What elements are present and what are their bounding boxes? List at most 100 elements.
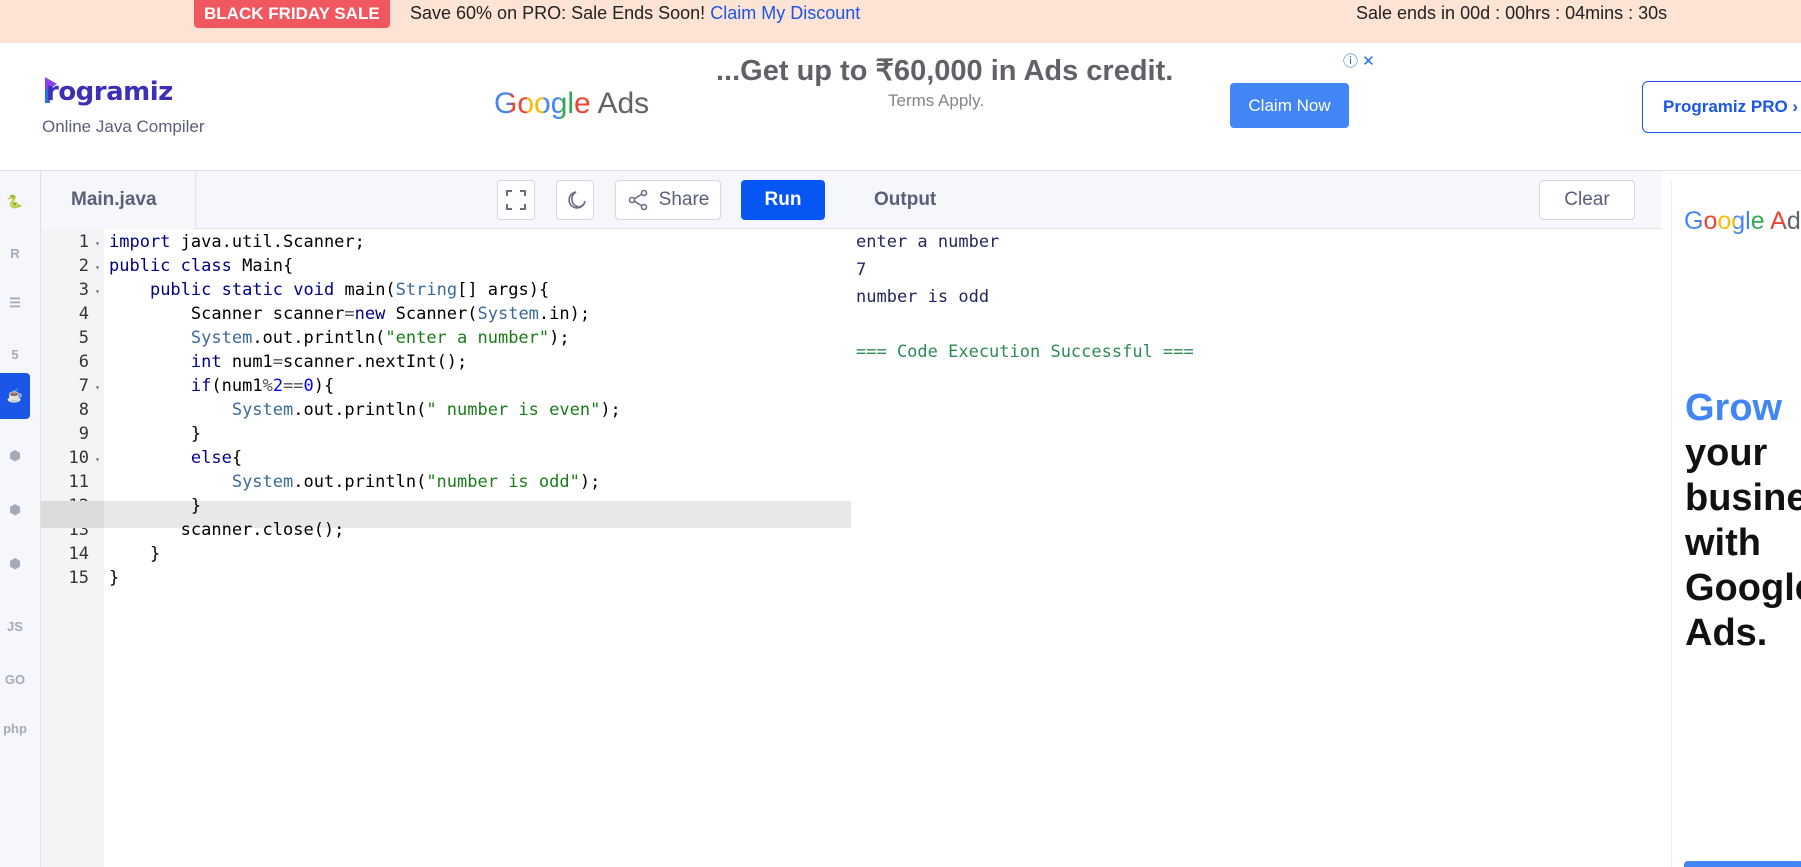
- side-ad-line: with: [1685, 522, 1761, 564]
- line-number-text: 11: [68, 472, 89, 492]
- code-line: }: [109, 496, 202, 516]
- code-line: }: [109, 424, 202, 444]
- code-line: Scanner scanner=new Scanner(System.in);: [109, 304, 591, 324]
- cpp-icon[interactable]: ⬢: [0, 487, 30, 533]
- active-gutter-highlight: [41, 501, 104, 528]
- editor-toolbar: Main.java Share Run: [41, 171, 851, 229]
- side-ad-line: Grow: [1685, 387, 1783, 429]
- moon-icon: [568, 191, 586, 209]
- line-number-text: 10: [68, 448, 89, 468]
- claim-now-button[interactable]: Claim Now: [1230, 83, 1349, 128]
- sale-badge: BLACK FRIDAY SALE: [194, 0, 390, 28]
- php-icon[interactable]: php: [0, 705, 30, 751]
- side-ad-line: your: [1685, 432, 1768, 474]
- promo-text: Save 60% on PRO: Sale Ends Soon!: [410, 3, 706, 23]
- python-icon[interactable]: 🐍: [0, 179, 30, 225]
- code-line: public static void main(String[] args){: [149, 280, 550, 300]
- output-line: enter a number: [856, 232, 1000, 252]
- output-line: number is odd: [856, 287, 990, 307]
- line-number-text: 14: [68, 544, 89, 564]
- line-number: 2 ▾: [41, 253, 104, 280]
- line-number: 1 ▾: [41, 229, 104, 256]
- ad-info-close-icon[interactable]: ⓘ ✕: [1343, 50, 1375, 71]
- code-line: System.out.println("number is odd");: [231, 472, 601, 492]
- line-number-text: 7: [78, 376, 89, 396]
- line-number-text: 4: [78, 304, 89, 324]
- go-icon[interactable]: GO: [0, 656, 30, 702]
- line-number: 9: [41, 421, 104, 448]
- code-line: import java.util.Scanner;: [109, 232, 365, 252]
- csharp-icon[interactable]: ⬢: [0, 541, 30, 587]
- line-number: 4: [41, 301, 104, 328]
- side-ad-line: Ads.: [1685, 612, 1768, 654]
- programiz-pro-button[interactable]: Programiz PRO ›: [1642, 81, 1801, 133]
- line-number-text: 15: [68, 568, 89, 588]
- fullscreen-icon: [506, 190, 526, 210]
- code-line: else{: [190, 448, 243, 468]
- code-line: scanner.close();: [109, 520, 345, 540]
- code-line: public class Main{: [109, 256, 294, 276]
- line-number-text: 8: [78, 400, 89, 420]
- google-ads-logo: Google Ads: [494, 87, 649, 121]
- line-number-text: 2: [78, 256, 89, 276]
- theme-toggle-button[interactable]: [556, 180, 594, 220]
- code-editor[interactable]: 1▾2▾3▾4567▾8910▾1112131415 import java.u…: [41, 229, 851, 867]
- line-number: 8: [41, 397, 104, 424]
- js-icon[interactable]: JS: [0, 603, 30, 649]
- r-icon[interactable]: R: [0, 230, 30, 276]
- side-ad-logo-text: Google Ads: [1684, 207, 1801, 235]
- code-line: int num1=scanner.nextInt();: [190, 352, 468, 372]
- ad-terms: Terms Apply.: [888, 91, 985, 110]
- line-number-text: 6: [78, 352, 89, 372]
- claim-discount-link[interactable]: Claim My Discount: [710, 3, 860, 23]
- execution-status: === Code Execution Successful ===: [856, 342, 1194, 362]
- side-ad[interactable]: Google Ads Grow your busine with Google …: [1671, 181, 1801, 867]
- ads-text: Ads: [597, 87, 650, 120]
- ad-headline: ...Get up to ₹60,000 in Ads credit.: [716, 55, 1174, 87]
- google-logo-text: Google: [494, 87, 591, 120]
- side-ad-line: busine: [1685, 477, 1801, 519]
- line-number-text: 9: [78, 424, 89, 444]
- file-tab-main-java[interactable]: Main.java: [41, 171, 196, 229]
- logo-wordmark: rogramiz: [46, 77, 173, 107]
- ad-banner[interactable]: Google Ads ...Get up to ₹60,000 in Ads c…: [480, 43, 1380, 171]
- code-line: }: [109, 544, 161, 564]
- line-number: 15: [41, 565, 104, 592]
- line-number: 11: [41, 469, 104, 496]
- clear-button[interactable]: Clear: [1539, 180, 1635, 220]
- code-line: if(num1%2==0){: [190, 376, 335, 396]
- line-number: 5: [41, 325, 104, 352]
- run-button[interactable]: Run: [741, 180, 825, 220]
- line-number: 3 ▾: [41, 277, 104, 304]
- promo-message: Save 60% on PRO: Sale Ends Soon! Claim M…: [410, 3, 860, 24]
- side-ad-line: Google: [1685, 567, 1801, 609]
- html-icon[interactable]: 5: [0, 331, 30, 377]
- line-number: 7 ▾: [41, 373, 104, 400]
- side-ad-button-edge: [1684, 861, 1801, 867]
- line-number: 10 ▾: [41, 445, 104, 472]
- line-number: 14: [41, 541, 104, 568]
- editor-panel: Main.java Share Run 1▾2▾3▾4567▾8910▾1112…: [41, 171, 851, 867]
- header: rogramiz Online Java Compiler Google Ads…: [0, 43, 1801, 171]
- output-toolbar: Output Clear: [851, 171, 1661, 229]
- line-number-text: 5: [78, 328, 89, 348]
- line-number: 6: [41, 349, 104, 376]
- side-ad-logo: Google Ads: [1684, 207, 1801, 236]
- line-number-text: 1: [78, 232, 89, 252]
- sale-timer: Sale ends in 00d : 00hrs : 04mins : 30s: [1356, 3, 1668, 23]
- line-number-text: 3: [78, 280, 89, 300]
- c-icon[interactable]: ⬢: [0, 433, 30, 479]
- output-panel: Output Clear enter a number 7 number is …: [851, 171, 1661, 867]
- sql-icon[interactable]: ☰: [0, 280, 30, 326]
- output-title: Output: [874, 189, 937, 210]
- fullscreen-button[interactable]: [497, 180, 535, 220]
- line-number-gutter: 1▾2▾3▾4567▾8910▾1112131415: [41, 229, 104, 867]
- code-line: System.out.println("enter a number");: [190, 328, 570, 348]
- side-ad-headline: Grow your busine with Google Ads.: [1685, 386, 1801, 656]
- java-icon[interactable]: ☕: [0, 373, 30, 419]
- output-console[interactable]: enter a number 7 number is odd === Code …: [856, 229, 1194, 367]
- output-line: 7: [856, 259, 867, 280]
- share-button[interactable]: Share: [615, 180, 721, 220]
- share-icon: [628, 189, 647, 211]
